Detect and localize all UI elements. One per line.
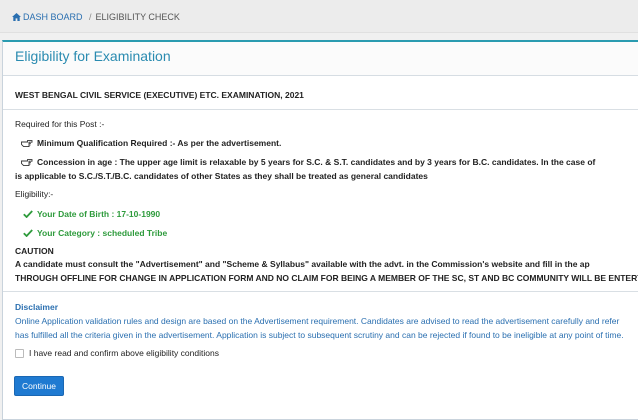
dob-item: Your Date of Birth : 17-10-1990 xyxy=(23,209,160,219)
dob-text: Your Date of Birth : 17-10-1990 xyxy=(37,209,161,219)
eligibility-panel: Eligibility for Examination WEST BENGAL … xyxy=(2,40,638,420)
breadcrumb-separator: / xyxy=(89,12,92,22)
hand-pointer-icon xyxy=(21,140,33,148)
page-title: Eligibility for Examination xyxy=(3,42,638,76)
exam-name: WEST BENGAL CIVIL SERVICE (EXECUTIVE) ET… xyxy=(15,90,304,100)
disclaimer-heading: Disclaimer xyxy=(15,302,58,312)
breadcrumb-home-label: DASH BOARD xyxy=(23,12,83,22)
caution-heading: CAUTION xyxy=(15,246,54,256)
continue-button[interactable]: Continue xyxy=(14,376,64,396)
check-icon xyxy=(23,210,33,218)
caution-line1: A candidate must consult the "Advertisem… xyxy=(15,259,590,269)
min-qualification-item: Minimum Qualification Required :- As per… xyxy=(21,138,281,148)
divider xyxy=(3,109,638,110)
requirements-heading: Required for this Post :- xyxy=(15,119,105,129)
divider xyxy=(3,291,638,292)
concession-item: Concession in age : The upper age limit … xyxy=(21,157,595,167)
disclaimer-line2: has fulfilled all the criteria given in … xyxy=(15,330,624,340)
confirm-checkbox[interactable] xyxy=(15,349,24,358)
home-icon xyxy=(12,13,21,21)
category-item: Your Category : scheduled Tribe xyxy=(23,228,167,238)
concession-text-line2: is applicable to S.C./S.T./B.C. candidat… xyxy=(15,171,428,181)
disclaimer-line1: Online Application validation rules and … xyxy=(15,316,620,326)
caution-line2: THROUGH OFFLINE FOR CHANGE IN APPLICATIO… xyxy=(15,273,638,283)
min-qualification-text: Minimum Qualification Required :- As per… xyxy=(37,138,282,148)
confirm-checkbox-label[interactable]: I have read and confirm above eligibilit… xyxy=(29,348,219,358)
hand-pointer-icon xyxy=(21,159,33,167)
category-text: Your Category : scheduled Tribe xyxy=(37,228,168,238)
breadcrumb-home-link[interactable]: DASH BOARD xyxy=(12,12,85,22)
check-icon xyxy=(23,229,33,237)
breadcrumb: DASH BOARD / ELIGIBILITY CHECK xyxy=(0,0,638,33)
breadcrumb-current: ELIGIBILITY CHECK xyxy=(95,12,180,22)
eligibility-heading: Eligibility:- xyxy=(15,189,54,199)
concession-text-line1: Concession in age : The upper age limit … xyxy=(37,157,596,167)
